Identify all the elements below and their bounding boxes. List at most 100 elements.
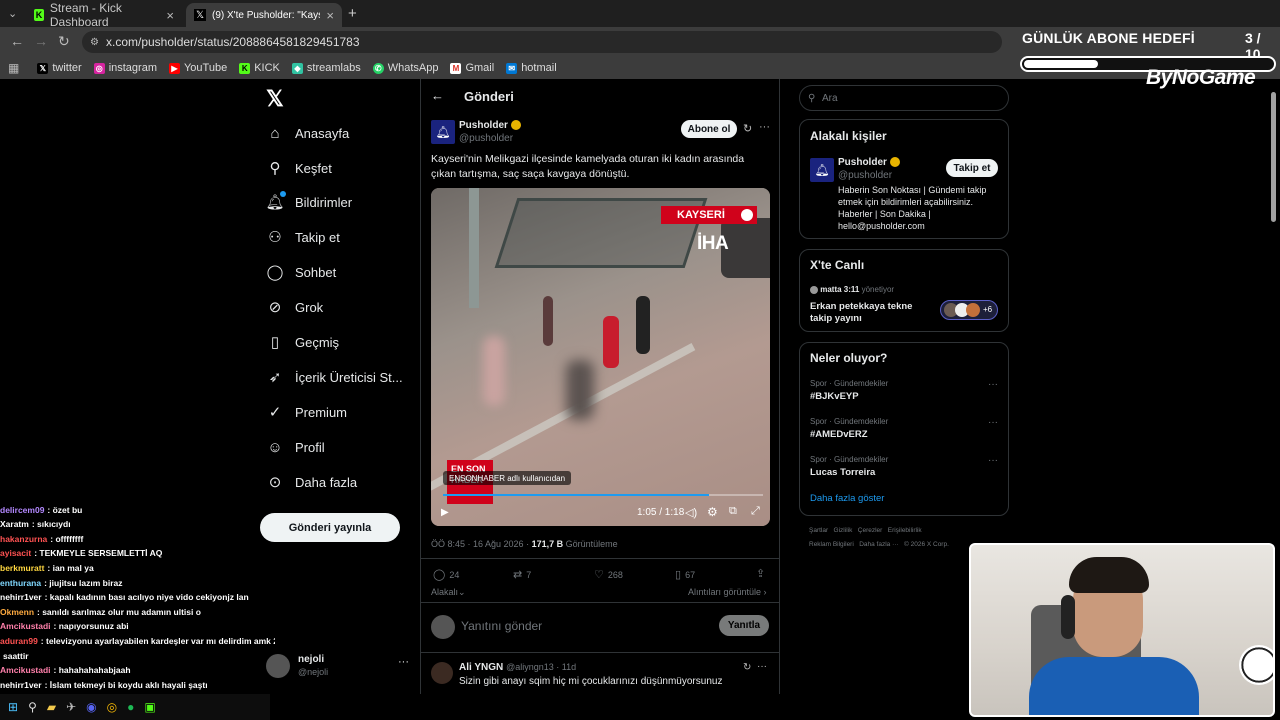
close-tab-icon[interactable]: ×: [166, 8, 174, 23]
spotify-icon[interactable]: ●: [127, 700, 134, 714]
like-action[interactable]: ♡ 268: [594, 568, 623, 581]
video-player[interactable]: KAYSERİ İHA EN SON HABER ENSONHABER adlı…: [431, 188, 770, 526]
author-name[interactable]: Pusholder: [459, 120, 521, 131]
chat-username[interactable]: ayisacit: [0, 548, 31, 558]
chat-username[interactable]: enthurana: [0, 578, 41, 588]
nav-explore[interactable]: ⚲ Keşfet: [266, 155, 332, 181]
play-icon[interactable]: ▶: [441, 507, 449, 518]
settings-gear-icon[interactable]: ⚙: [707, 505, 718, 519]
app-icon[interactable]: ▣: [144, 700, 155, 714]
page-scrollbar[interactable]: [1271, 92, 1276, 222]
grok-explain-icon[interactable]: ↻: [743, 662, 751, 673]
search-icon[interactable]: ⚲: [28, 700, 37, 714]
tab-kick-dashboard[interactable]: K Stream - Kick Dashboard ×: [26, 1, 182, 29]
pip-icon[interactable]: ⧉: [729, 505, 737, 518]
nav-home[interactable]: ⌂ Anasayfa: [266, 120, 349, 146]
chat-username[interactable]: Okmenn: [0, 607, 34, 617]
nav-notifications[interactable]: 🔔︎ Bildirimler: [265, 189, 352, 215]
footer-links[interactable]: Şartlar Gizlilik Çerezler Erişilebilirli…: [809, 527, 922, 534]
trend-item[interactable]: Spor · Gündemdekiler #AMEDvERZ ···: [810, 417, 1000, 447]
live-listeners[interactable]: +6: [940, 300, 998, 320]
nav-history[interactable]: ▯ Geçmiş: [266, 329, 339, 355]
nav-more[interactable]: ⊙ Daha fazla: [266, 469, 357, 495]
post-more-icon[interactable]: ···: [757, 661, 767, 672]
more-dots-icon[interactable]: ···: [398, 656, 409, 668]
chat-username[interactable]: hakanzurna: [0, 534, 47, 544]
trend-item[interactable]: Spor · Gündemdekiler Lucas Torreira ···: [810, 455, 1000, 485]
folder-icon[interactable]: ▰: [47, 700, 56, 714]
chat-username[interactable]: Xaratm: [0, 519, 29, 529]
grok-explain-icon[interactable]: ↻: [743, 122, 752, 135]
show-more-link[interactable]: Daha fazla göster: [810, 493, 884, 504]
bookmark-youtube[interactable]: ▶ YouTube: [168, 62, 227, 74]
source-attribution[interactable]: ENSONHABER adlı kullanıcıdan: [443, 471, 572, 485]
post-more-icon[interactable]: ···: [759, 121, 770, 133]
follow-button[interactable]: Takip et: [946, 159, 998, 177]
post-button[interactable]: Gönderi yayınla: [260, 513, 400, 542]
fullscreen-icon[interactable]: ⤢: [751, 505, 760, 518]
live-space-title[interactable]: Erkan petekkaya tekne takip yayını: [810, 301, 920, 325]
new-tab-button[interactable]: +: [348, 5, 357, 22]
chat-username[interactable]: nehirr1ver: [0, 680, 42, 690]
chat-username[interactable]: Amcikustadi: [0, 621, 51, 631]
footer-links[interactable]: Reklam Bilgileri Daha fazla ··· © 2026 X…: [809, 541, 949, 548]
chat-username[interactable]: nehirr1ver: [0, 592, 42, 602]
bookmark-whatsapp[interactable]: ✆ WhatsApp: [372, 62, 438, 74]
location-tag: KAYSERİ: [661, 206, 757, 224]
sort-relevant[interactable]: Alakalı⌄: [431, 587, 466, 598]
bookmark-hotmail[interactable]: ✉ hotmail: [506, 62, 557, 74]
nav-grok[interactable]: ⊘ Grok: [266, 294, 323, 320]
chrome-icon[interactable]: ◎: [107, 700, 117, 714]
app-icon[interactable]: ✈: [66, 700, 76, 714]
apps-grid-icon[interactable]: ▦: [8, 61, 19, 75]
related-avatar[interactable]: 🔔︎: [810, 158, 834, 182]
nav-chat[interactable]: ◯ Sohbet: [266, 259, 337, 285]
chat-text: : kapalı kadının bası acılıyo niye vido …: [44, 592, 249, 603]
search-input[interactable]: ⚲ Ara: [799, 85, 1009, 111]
back-button[interactable]: ←: [10, 33, 24, 49]
chat-text: : napıyorsunuz abi: [53, 621, 129, 632]
related-name[interactable]: Pusholder: [838, 157, 900, 168]
chat-username[interactable]: aduran99: [0, 636, 38, 646]
bookmark-action[interactable]: ▯ 67: [675, 568, 695, 581]
reply-action[interactable]: ◯ 24: [433, 568, 459, 581]
nav-follow[interactable]: ⚇ Takip et: [266, 224, 340, 250]
reply-button[interactable]: Yanıtla: [719, 615, 769, 636]
discord-icon[interactable]: ◉: [86, 700, 96, 714]
bookmark-instagram[interactable]: ◎ instagram: [93, 62, 157, 74]
subscribe-button[interactable]: Abone ol: [681, 120, 737, 138]
tab-search-icon[interactable]: ⌄: [8, 7, 17, 20]
back-arrow-icon[interactable]: ←: [431, 88, 444, 103]
chat-username[interactable]: berkmuratt: [0, 563, 44, 573]
url-field[interactable]: ⚙ x.com/pusholder/status/208886458182945…: [82, 31, 1002, 53]
bookmark-gmail[interactable]: M Gmail: [450, 62, 494, 74]
trend-item[interactable]: Spor · Gündemdekiler #BJKvEYP ···: [810, 379, 1000, 409]
reply-input[interactable]: Yanıtını gönder: [461, 619, 701, 633]
tab-x-post[interactable]: 𝕏 (9) X'te Pusholder: "Kayseri'nin ×: [186, 3, 342, 27]
bookmark-kick[interactable]: K KICK: [239, 62, 280, 74]
repost-action[interactable]: ⇄ 7: [513, 568, 531, 581]
site-info-icon[interactable]: ⚙: [90, 37, 99, 48]
forward-button[interactable]: →: [34, 33, 48, 49]
reply-tweet[interactable]: Ali YNGN @aliyngn13 · 11d Sizin gibi ana…: [431, 660, 771, 694]
author-avatar[interactable]: 🔔︎: [431, 120, 455, 144]
bookmark-streamlabs[interactable]: ◆ streamlabs: [291, 62, 361, 74]
account-switcher[interactable]: nejoli @nejoli ···: [266, 652, 414, 682]
nav-profile[interactable]: ☺ Profil: [266, 434, 324, 460]
chat-username[interactable]: delircem09: [0, 505, 44, 515]
nav-creator-studio[interactable]: ➶ İçerik Üreticisi St...: [266, 364, 403, 390]
trend-more-icon[interactable]: ···: [988, 417, 998, 428]
volume-icon[interactable]: ◁): [685, 506, 697, 519]
bookmark-twitter[interactable]: 𝕏twitter: [37, 62, 82, 74]
trend-more-icon[interactable]: ···: [988, 455, 998, 466]
trend-more-icon[interactable]: ···: [988, 379, 998, 390]
reload-button[interactable]: ↻: [58, 33, 70, 50]
close-tab-icon[interactable]: ×: [326, 8, 334, 23]
share-icon[interactable]: ⇪: [756, 567, 765, 580]
windows-start-icon[interactable]: ⊞: [8, 700, 18, 714]
x-logo-icon[interactable]: 𝕏: [266, 86, 284, 112]
nav-label: Daha fazla: [295, 474, 358, 490]
view-quotes-link[interactable]: Alıntıları görüntüle ›: [688, 587, 767, 597]
nav-premium[interactable]: ✓ Premium: [266, 399, 347, 425]
chat-username[interactable]: Amcikustadi: [0, 665, 51, 675]
